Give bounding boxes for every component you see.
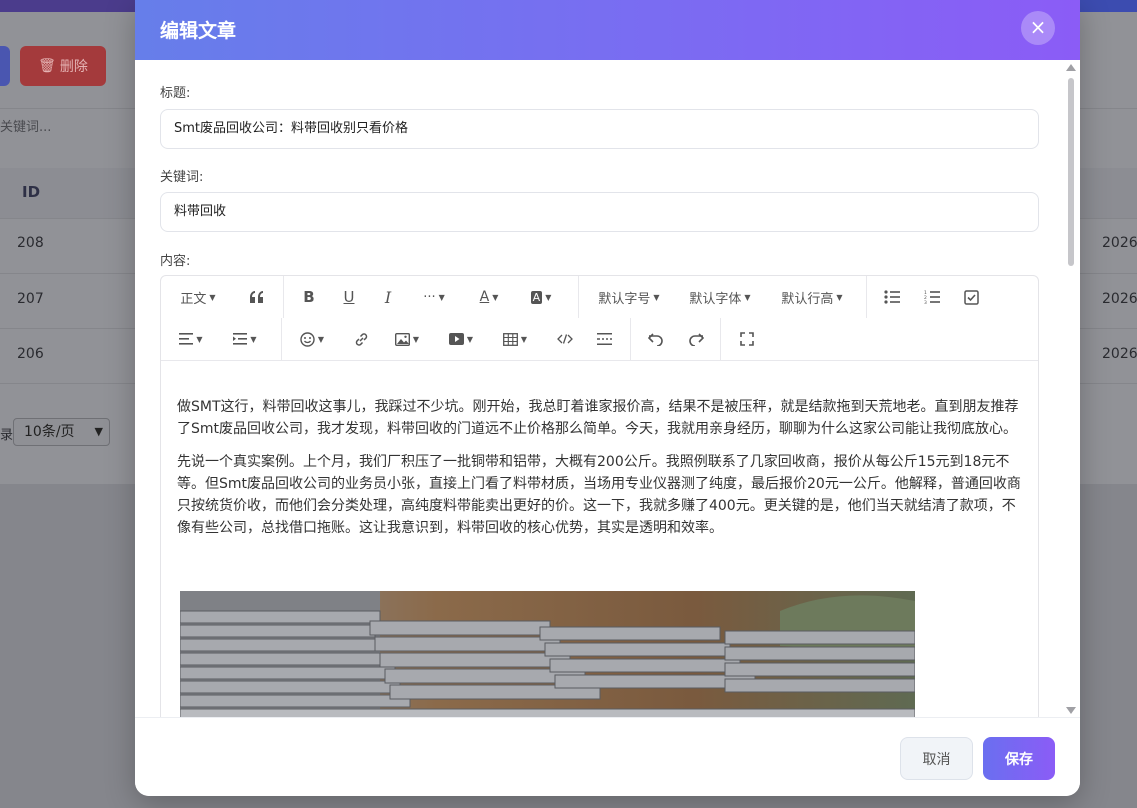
more-styles-dropdown[interactable]: ··· ▼ xyxy=(414,276,454,318)
editor-content-area[interactable]: 做SMT这行，料带回收这事儿，我踩过不少坑。刚开始，我总盯着谁家报价高，结果不是… xyxy=(177,396,1022,550)
image-icon[interactable]: ▼ xyxy=(387,318,427,360)
modal-header: 编辑文章 × xyxy=(135,0,1080,60)
emoji-icon[interactable]: ▼ xyxy=(294,318,330,360)
modal-body: 标题: Smt废品回收公司：料带回收别只看价格 关键词: 料带回收 内容: 正文… xyxy=(135,60,1080,717)
font-family-dropdown[interactable]: 默认字体 ▼ xyxy=(682,276,758,318)
table-row-id: 208 xyxy=(17,235,44,251)
title-input[interactable]: Smt废品回收公司：料带回收别只看价格 xyxy=(160,109,1039,149)
scroll-down-arrow-icon[interactable] xyxy=(1066,707,1076,714)
link-icon[interactable] xyxy=(345,318,377,360)
pager-label: 录 xyxy=(0,428,14,443)
search-input[interactable]: 关键词... xyxy=(0,108,140,148)
numbered-list-icon[interactable]: 123 xyxy=(916,276,948,318)
scrollbar-thumb[interactable] xyxy=(1068,78,1074,266)
font-size-dropdown[interactable]: 默认字号 ▼ xyxy=(591,276,667,318)
chevron-down-icon: ▼ xyxy=(744,292,751,302)
line-height-dropdown[interactable]: 默认行高 ▼ xyxy=(774,276,850,318)
chevron-down-icon: ▼ xyxy=(653,292,660,302)
scroll-up-arrow-icon[interactable] xyxy=(1066,64,1076,71)
table-row-id: 206 xyxy=(17,346,44,362)
table-header-id: ID xyxy=(22,183,41,201)
paragraph-style-dropdown[interactable]: 正文 ▼ xyxy=(173,276,223,318)
content-label: 内容: xyxy=(160,254,191,269)
chevron-down-icon: ▼ xyxy=(94,425,103,438)
page-size-select[interactable]: 10条/页 ▼ xyxy=(13,418,110,446)
keywords-input[interactable]: 料带回收 xyxy=(160,192,1039,232)
bold-icon[interactable]: B xyxy=(293,276,325,318)
chevron-down-icon: ▼ xyxy=(438,292,445,302)
editor-toolbar: 正文 ▼ B U I ··· ▼ A ▼ A ▼ 默认字号 ▼ 默认字体 ▼ 默… xyxy=(161,276,1038,361)
add-button[interactable] xyxy=(0,46,10,86)
content-paragraph: 做SMT这行，料带回收这事儿，我踩过不少坑。刚开始，我总盯着谁家报价高，结果不是… xyxy=(177,399,1019,437)
svg-text:3: 3 xyxy=(924,300,927,304)
underline-icon[interactable]: U xyxy=(333,276,365,318)
modal-scrollbar[interactable] xyxy=(1065,62,1077,717)
title-label: 标题: xyxy=(160,86,191,101)
trash-icon: 🗑 xyxy=(38,58,56,74)
edit-article-modal: 编辑文章 × 标题: Smt废品回收公司：料带回收别只看价格 关键词: 料带回收… xyxy=(135,0,1080,796)
table-row-date: 2026- xyxy=(1102,346,1137,362)
redo-icon[interactable] xyxy=(680,318,712,360)
content-image[interactable] xyxy=(180,591,915,717)
keywords-label: 关键词: xyxy=(160,170,204,185)
modal-title: 编辑文章 xyxy=(160,20,237,42)
undo-icon[interactable] xyxy=(640,318,672,360)
content-paragraph: 先说一个真实案例。上个月，我们厂积压了一批铜带和铝带，大概有200公斤。我照例联… xyxy=(177,454,1021,536)
italic-icon[interactable]: I xyxy=(372,276,404,318)
align-icon[interactable]: ▼ xyxy=(173,318,209,360)
table-row-date: 2026- xyxy=(1102,291,1137,307)
todo-checkbox-icon[interactable] xyxy=(955,276,987,318)
divider-icon[interactable] xyxy=(588,318,620,360)
blockquote-icon[interactable] xyxy=(241,276,273,318)
video-icon[interactable]: ▼ xyxy=(441,318,481,360)
table-row-date: 2026- xyxy=(1102,235,1137,251)
indent-icon[interactable]: ▼ xyxy=(227,318,263,360)
table-row-id: 207 xyxy=(17,291,44,307)
table-icon[interactable]: ▼ xyxy=(495,318,535,360)
chevron-down-icon: ▼ xyxy=(836,292,843,302)
delete-button[interactable]: 🗑 删除 xyxy=(20,46,106,86)
cancel-button[interactable]: 取消 xyxy=(900,737,973,780)
fullscreen-icon[interactable] xyxy=(731,318,763,360)
delete-button-label: 删除 xyxy=(59,59,88,75)
modal-footer: 取消 保存 xyxy=(135,717,1080,796)
close-icon[interactable]: × xyxy=(1021,11,1055,45)
chevron-down-icon: ▼ xyxy=(209,292,216,302)
code-icon[interactable] xyxy=(549,318,581,360)
rich-text-editor: 正文 ▼ B U I ··· ▼ A ▼ A ▼ 默认字号 ▼ 默认字体 ▼ 默… xyxy=(160,275,1039,717)
save-button[interactable]: 保存 xyxy=(983,737,1055,780)
font-color-icon[interactable]: A ▼ xyxy=(469,276,509,318)
bulleted-list-icon[interactable] xyxy=(876,276,908,318)
background-color-icon[interactable]: A ▼ xyxy=(521,276,561,318)
